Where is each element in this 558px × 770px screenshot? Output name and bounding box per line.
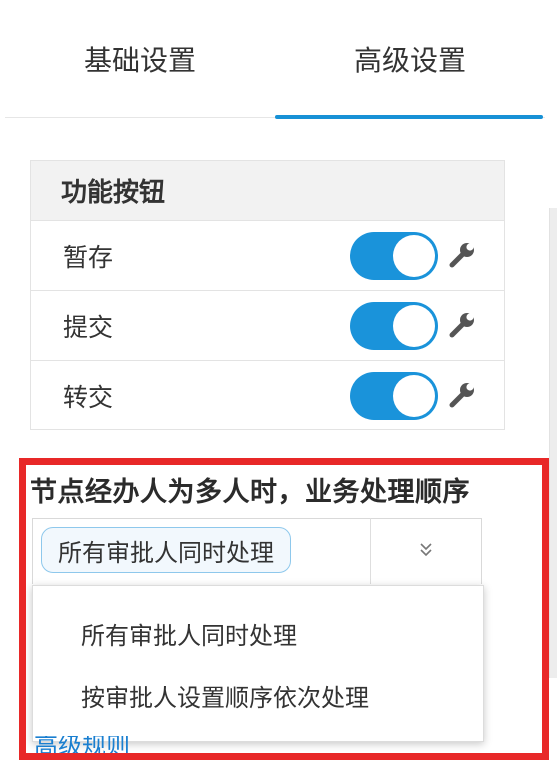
tab-bar: 基础设置 高级设置	[5, 0, 545, 118]
function-row-label: 暂存	[63, 242, 114, 272]
tab-basic-settings[interactable]: 基础设置	[5, 0, 275, 118]
function-row-label: 转交	[63, 383, 114, 412]
wrench-icon[interactable]	[445, 311, 477, 343]
wrench-icon[interactable]	[445, 381, 477, 413]
highlight-frame	[19, 458, 549, 760]
wrench-icon[interactable]	[445, 241, 477, 273]
transfer-toggle[interactable]	[350, 372, 438, 420]
function-row-transfer: 转交	[31, 361, 504, 431]
save-draft-toggle[interactable]	[350, 232, 438, 280]
function-buttons-panel: 功能按钮 暂存 提交 转交	[30, 160, 505, 430]
function-row-save-draft: 暂存	[31, 221, 504, 291]
function-row-label: 提交	[63, 312, 114, 342]
toggle-knob	[393, 305, 435, 347]
submit-toggle[interactable]	[350, 302, 438, 350]
settings-page: 基础设置 高级设置 功能按钮 暂存 提交 转交 节点经办人为多人时，业务处理顺序…	[0, 0, 558, 770]
tab-advanced-settings[interactable]: 高级设置	[275, 0, 545, 118]
toggle-knob	[393, 375, 435, 417]
active-tab-indicator	[275, 115, 543, 119]
function-row-submit: 提交	[31, 291, 504, 361]
function-buttons-header: 功能按钮	[31, 161, 504, 221]
scrollbar-thumb[interactable]	[549, 208, 557, 678]
toggle-knob	[393, 235, 435, 277]
